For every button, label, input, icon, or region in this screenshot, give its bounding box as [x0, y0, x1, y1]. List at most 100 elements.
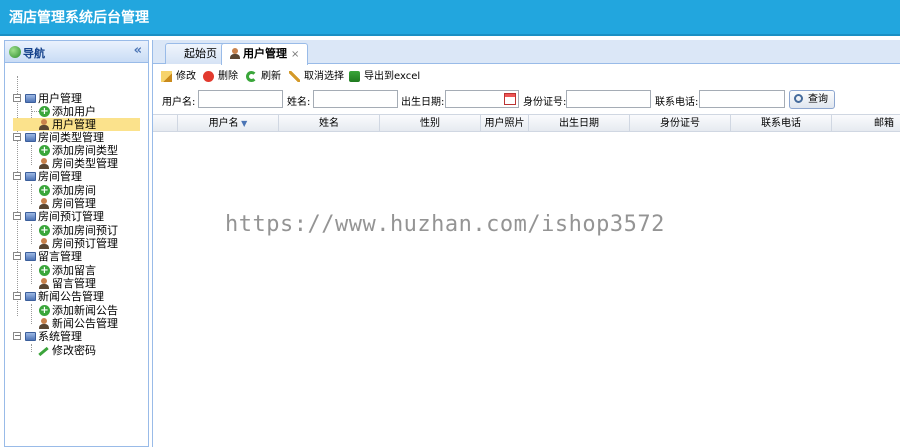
delete-label: 删除 [218, 71, 238, 82]
edit-icon [161, 71, 172, 82]
tree-item-add-message[interactable]: + 添加留言 [5, 264, 148, 277]
export-label: 导出到excel [364, 71, 421, 82]
tree-item-add-room[interactable]: + 添加房间 [5, 184, 148, 197]
add-icon: + [39, 225, 50, 236]
expand-minus-icon[interactable]: − [13, 252, 21, 260]
column-phone[interactable]: 联系电话 [731, 115, 832, 132]
edit-button[interactable]: 修改 [161, 69, 196, 85]
collapse-icon[interactable]: « [134, 43, 142, 58]
refresh-icon [246, 71, 257, 82]
tab-user-manage[interactable]: 用户管理 × [221, 43, 309, 65]
delete-button[interactable]: 删除 [203, 69, 238, 85]
tree-item-room-type-manage[interactable]: 房间类型管理 [5, 157, 148, 170]
tree-item-change-password[interactable]: 修改密码 [5, 344, 148, 357]
export-icon [349, 71, 360, 82]
name-input[interactable] [313, 90, 398, 108]
user-icon [39, 158, 49, 169]
tree-group-system[interactable]: − 系统管理 [5, 330, 148, 343]
tree-item-user-manage[interactable]: 用户管理 [13, 118, 140, 131]
grid-header: 用户名 姓名 性别 用户照片 出生日期 身份证号 联系电话 邮箱 [153, 114, 900, 132]
column-email[interactable]: 邮箱 [832, 115, 900, 132]
user-icon [39, 198, 49, 209]
add-icon: + [39, 185, 50, 196]
expand-minus-icon[interactable]: − [13, 94, 21, 102]
tree-item-label: 添加房间类型 [52, 144, 118, 157]
column-birth-date[interactable]: 出生日期 [529, 115, 630, 132]
query-button[interactable]: 查询 [789, 90, 835, 109]
tree-item-room-manage[interactable]: 房间管理 [5, 197, 148, 210]
tree-item-label: 修改密码 [52, 344, 96, 357]
tree-group-label: 房间类型管理 [38, 131, 104, 144]
deselect-button[interactable]: 取消选择 [289, 69, 344, 85]
refresh-button[interactable]: 刷新 [246, 69, 281, 85]
computer-icon [25, 252, 36, 261]
computer-icon [25, 292, 36, 301]
add-icon: + [39, 145, 50, 156]
close-icon[interactable]: × [291, 49, 299, 60]
birth-date-label: 出生日期: [401, 97, 445, 108]
tree-item-news-manage[interactable]: 新闻公告管理 [5, 317, 148, 330]
user-icon [39, 119, 49, 130]
tree-item-add-reservation[interactable]: + 添加房间预订 [5, 224, 148, 237]
add-icon: + [39, 265, 50, 276]
tab-label: 起始页 [184, 47, 217, 60]
app-header: 酒店管理系统后台管理 [0, 0, 900, 36]
delete-icon [203, 71, 214, 82]
tree-group-label: 系统管理 [38, 330, 82, 343]
tree-item-add-news[interactable]: + 添加新闻公告 [5, 304, 148, 317]
tab-home[interactable]: 起始页 [165, 43, 226, 64]
tree-item-label: 添加房间 [52, 184, 96, 197]
calendar-icon[interactable] [504, 93, 516, 105]
column-username[interactable]: 用户名 [178, 115, 279, 132]
tree-group-label: 留言管理 [38, 250, 82, 263]
nav-panel: 导航 « − 用户管理 + 添加用户 用户管理 − 房间类型管理 + 添加房间类… [4, 40, 149, 447]
search-bar: 用户名: 姓名: 出生日期: 身份证号: 联系电话: 查询 [153, 89, 900, 111]
computer-icon [25, 332, 36, 341]
tree-group-news[interactable]: − 新闻公告管理 [5, 290, 148, 303]
user-icon [39, 238, 49, 249]
expand-minus-icon[interactable]: − [13, 172, 21, 180]
tree-item-message-manage[interactable]: 留言管理 [5, 277, 148, 290]
username-label: 用户名: [162, 97, 196, 108]
expand-minus-icon[interactable]: − [13, 133, 21, 141]
app-title: 酒店管理系统后台管理 [9, 10, 149, 26]
expand-minus-icon[interactable]: − [13, 292, 21, 300]
column-idcard[interactable]: 身份证号 [630, 115, 731, 132]
tree-item-add-room-type[interactable]: + 添加房间类型 [5, 144, 148, 157]
computer-icon [25, 133, 36, 142]
tree-item-label: 留言管理 [52, 277, 96, 290]
tree-item-add-user[interactable]: + 添加用户 [5, 105, 148, 118]
tree-group-user[interactable]: − 用户管理 [5, 92, 148, 105]
tree-group-message[interactable]: − 留言管理 [5, 250, 148, 263]
expand-minus-icon[interactable]: − [13, 332, 21, 340]
tree-item-label: 添加留言 [52, 264, 96, 277]
tree-connector [31, 111, 39, 112]
tab-strip: 起始页 用户管理 × [153, 40, 900, 65]
phone-input[interactable] [699, 90, 785, 108]
idcard-input[interactable] [566, 90, 651, 108]
username-input[interactable] [198, 90, 283, 108]
tree-item-label: 添加用户 [52, 105, 96, 118]
user-icon [39, 318, 49, 329]
tree-item-label: 新闻公告管理 [52, 317, 118, 330]
watermark-text: https://www.huzhan.com/ishop3572 [225, 212, 665, 237]
undo-icon [289, 71, 300, 82]
grid-checkbox-column[interactable] [153, 115, 178, 132]
birth-date-input[interactable] [445, 90, 519, 108]
tree-item-label: 房间管理 [52, 197, 96, 210]
nav-title: 导航 [23, 47, 45, 60]
export-excel-button[interactable]: 导出到excel [349, 69, 420, 85]
tab-label: 用户管理 [243, 47, 287, 60]
expand-minus-icon[interactable]: − [13, 212, 21, 220]
column-name[interactable]: 姓名 [279, 115, 380, 132]
nav-header: 导航 « [5, 41, 148, 63]
computer-icon [25, 94, 36, 103]
tree-group-room-type[interactable]: − 房间类型管理 [5, 131, 148, 144]
tree-group-room[interactable]: − 房间管理 [5, 170, 148, 183]
tree-group-reservation[interactable]: − 房间预订管理 [5, 210, 148, 223]
column-photo[interactable]: 用户照片 [481, 115, 529, 132]
pencil-icon [38, 346, 49, 357]
tree-item-reservation-manage[interactable]: 房间预订管理 [5, 237, 148, 250]
column-gender[interactable]: 性别 [380, 115, 481, 132]
tree-group-label: 用户管理 [38, 92, 82, 105]
